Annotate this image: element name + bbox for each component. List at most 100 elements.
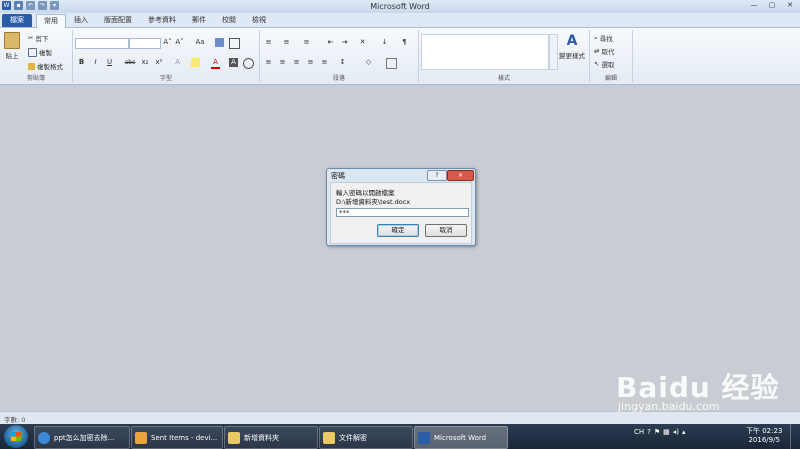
- highlight-icon[interactable]: [191, 58, 200, 67]
- password-field[interactable]: ***: [336, 208, 469, 217]
- tab-review[interactable]: 校閱: [216, 14, 242, 27]
- tab-file[interactable]: 檔案: [2, 14, 32, 27]
- increase-indent-icon[interactable]: ⇥: [340, 38, 349, 47]
- borders-icon[interactable]: [386, 58, 397, 69]
- font-color-button[interactable]: A: [211, 58, 220, 69]
- shading-icon[interactable]: ◇: [364, 58, 373, 67]
- help-button[interactable]: ?: [427, 170, 447, 181]
- tab-references[interactable]: 參考資料: [142, 14, 182, 27]
- decrease-indent-icon[interactable]: ⇤: [326, 38, 335, 47]
- network-tray-icon[interactable]: ▦: [663, 428, 670, 436]
- align-right-icon[interactable]: ≡: [292, 58, 301, 67]
- italic-button[interactable]: I: [91, 58, 100, 67]
- line-spacing-icon[interactable]: ↕: [338, 58, 347, 67]
- volume-tray-icon[interactable]: ◂): [673, 428, 679, 436]
- editing-group: ⌕ 尋找 ⇄ 取代 ↖ 選取 編輯: [590, 30, 633, 82]
- styles-group: A 變更樣式 樣式: [419, 30, 590, 82]
- taskbar: ppt怎么加密去除... Sent Items - devi... 新增資料夾 …: [0, 424, 800, 449]
- styles-gallery[interactable]: [421, 34, 549, 70]
- clock-time: 下午 02:23: [746, 427, 783, 435]
- styles-group-label: 樣式: [497, 75, 510, 82]
- justify-icon[interactable]: ≡: [306, 58, 315, 67]
- tab-mailings[interactable]: 郵件: [186, 14, 212, 27]
- ok-button[interactable]: 確定: [377, 224, 419, 237]
- change-styles-button[interactable]: A 變更樣式: [559, 33, 585, 60]
- format-painter-button[interactable]: 複製格式: [28, 61, 63, 71]
- change-case-button[interactable]: Aa: [193, 38, 207, 47]
- numbering-icon[interactable]: ≡: [282, 38, 291, 47]
- folder-icon: [323, 431, 335, 444]
- taskbar-item-label: Microsoft Word: [434, 433, 487, 442]
- grow-font-button[interactable]: A˄: [163, 38, 172, 47]
- paragraph-group: ≡ ≡ ≡ ⇤ ⇥ ✕ ↓ ¶ ≡ ≡ ≡ ≡ ≡ ↕ ◇ 段落: [260, 30, 419, 82]
- taskbar-item-decrypt-folder[interactable]: 文件解密: [319, 426, 413, 449]
- font-name-dropdown[interactable]: [75, 38, 129, 49]
- start-button[interactable]: [4, 425, 28, 448]
- subscript-button[interactable]: x₂: [139, 58, 151, 67]
- cut-button[interactable]: ✂ 剪下: [28, 33, 48, 43]
- select-button[interactable]: ↖ 選取: [594, 59, 614, 69]
- select-icon: ↖: [594, 60, 600, 68]
- char-border-icon[interactable]: [229, 38, 240, 49]
- taskbar-item-folder[interactable]: 新增資料夾: [224, 426, 318, 449]
- window-controls: — ▢ ✕: [746, 0, 798, 11]
- bullets-icon[interactable]: ≡: [264, 38, 273, 47]
- baidu-watermark: Baidu 经验 jingyan.baidu.com: [616, 366, 780, 413]
- replace-icon: ⇄: [594, 47, 600, 55]
- show-hidden-icons[interactable]: ▴: [682, 428, 686, 436]
- tab-home[interactable]: 常用: [36, 14, 66, 28]
- text-effects-icon[interactable]: A: [173, 58, 182, 67]
- replace-button[interactable]: ⇄ 取代: [594, 46, 614, 56]
- title-bar: W ▪ ↶ ↷ ▾ Microsoft Word — ▢ ✕: [0, 0, 800, 14]
- distributed-icon[interactable]: ≡: [320, 58, 329, 67]
- chinese-layout-icon[interactable]: ✕: [358, 38, 367, 47]
- find-label: 尋找: [599, 35, 613, 43]
- superscript-button[interactable]: x²: [153, 58, 165, 67]
- taskbar-item-label: ppt怎么加密去除...: [54, 433, 115, 442]
- word-count[interactable]: 字數: 0: [4, 414, 25, 424]
- taskbar-item-label: 新增資料夾: [244, 433, 279, 442]
- copy-icon: [28, 47, 37, 57]
- bold-button[interactable]: B: [77, 58, 86, 67]
- outlook-icon: [135, 431, 147, 444]
- sort-icon[interactable]: ↓: [380, 38, 389, 47]
- taskbar-item-browser[interactable]: ppt怎么加密去除...: [34, 426, 130, 449]
- font-group: A˄ A˅ Aa B I U abc x₂ x² A A A 字型: [73, 30, 260, 82]
- dialog-close-button[interactable]: ✕: [447, 170, 474, 181]
- shrink-font-button[interactable]: A˅: [175, 38, 184, 47]
- cancel-button[interactable]: 取消: [425, 224, 467, 237]
- tab-page-layout[interactable]: 版面配置: [98, 14, 138, 27]
- clear-format-icon[interactable]: [215, 38, 224, 47]
- copy-button[interactable]: 複製: [28, 47, 52, 57]
- underline-button[interactable]: U: [105, 58, 114, 67]
- minimize-button[interactable]: —: [746, 0, 762, 11]
- maximize-button[interactable]: ▢: [764, 0, 780, 11]
- help-tray-icon[interactable]: ?: [647, 428, 651, 436]
- strikethrough-button[interactable]: abc: [123, 58, 137, 67]
- folder-icon: [228, 431, 240, 444]
- taskbar-item-word[interactable]: Microsoft Word: [414, 426, 508, 449]
- tab-view[interactable]: 檢視: [246, 14, 272, 27]
- align-left-icon[interactable]: ≡: [264, 58, 273, 67]
- multilevel-list-icon[interactable]: ≡: [302, 38, 311, 47]
- clock[interactable]: 下午 02:23 2016/9/5: [746, 427, 782, 445]
- copy-label: 複製: [39, 49, 52, 57]
- flag-tray-icon[interactable]: ⚑: [654, 428, 660, 436]
- close-window-button[interactable]: ✕: [782, 0, 798, 11]
- taskbar-item-outlook[interactable]: Sent Items - devi...: [131, 426, 223, 449]
- show-desktop-button[interactable]: [790, 424, 800, 449]
- styles-scroll[interactable]: [549, 34, 558, 70]
- tab-insert[interactable]: 插入: [68, 14, 94, 27]
- clipboard-group-label: 剪貼簿: [26, 75, 45, 82]
- show-marks-icon[interactable]: ¶: [400, 38, 409, 47]
- scissors-icon: ✂: [28, 34, 34, 42]
- char-shading-icon[interactable]: A: [229, 58, 238, 67]
- find-button[interactable]: ⌕ 尋找: [594, 33, 613, 44]
- window-title: Microsoft Word: [370, 2, 430, 11]
- dialog-title: 密碼: [331, 172, 345, 180]
- align-center-icon[interactable]: ≡: [278, 58, 287, 67]
- ime-indicator[interactable]: CH: [634, 428, 644, 436]
- enclose-char-icon[interactable]: [243, 58, 254, 69]
- font-size-dropdown[interactable]: [129, 38, 161, 49]
- paste-button[interactable]: 貼上: [4, 32, 20, 60]
